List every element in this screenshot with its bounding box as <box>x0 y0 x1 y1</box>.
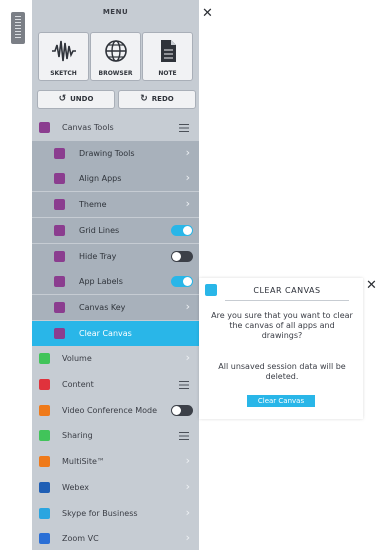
undo-icon: ↺ <box>58 94 67 104</box>
sketch-button[interactable]: SKETCH <box>38 32 89 81</box>
clear-canvas-dialog: CLEAR CANVAS Are you sure that you want … <box>199 278 363 419</box>
dialog-close-icon[interactable]: ✕ <box>366 279 376 292</box>
menu-item-label: Volume <box>62 354 92 364</box>
menu-item[interactable]: Grid Lines <box>32 217 199 243</box>
menu-item[interactable]: Clear Canvas <box>32 320 199 346</box>
menu-item-label: Hide Tray <box>79 251 117 261</box>
menu-item-label: Drawing Tools <box>79 148 135 158</box>
menu-item-label: Sharing <box>62 431 93 441</box>
chevron-right-icon: › <box>185 531 190 545</box>
clear-canvas-dialog-icon <box>205 284 217 296</box>
menu-item[interactable]: Skype for Business › <box>32 501 199 526</box>
undo-button[interactable]: ↺ UNDO <box>37 90 115 109</box>
note-button[interactable]: NOTE <box>142 32 193 81</box>
clear-canvas-confirm-button[interactable]: Clear Canvas <box>247 395 315 407</box>
chevron-right-icon: › <box>185 454 190 468</box>
menu-item-icon <box>39 481 50 493</box>
menu-item-label: Zoom VC <box>62 534 99 544</box>
menu-item[interactable]: MultiSite™ › <box>32 449 199 474</box>
menu-panel: MENU SKETCH BROWSER NOTE ↺UNDO ↻REDO C <box>32 0 199 550</box>
menu-item-icon <box>39 379 50 390</box>
toggle-knob <box>172 251 181 261</box>
menu-item[interactable]: Content <box>32 372 199 397</box>
menu-item-icon <box>54 199 65 211</box>
toggle-switch[interactable] <box>171 250 193 262</box>
menu-item-label: MultiSite™ <box>62 457 105 467</box>
menu-item-label: Clear Canvas <box>79 328 132 338</box>
dialog-divider <box>225 300 349 301</box>
menu-item-label: Skype for Business <box>62 508 138 518</box>
redo-label: REDO <box>151 95 174 103</box>
menu-item-label: Canvas Key <box>79 302 126 312</box>
menu-item-icon <box>54 147 65 159</box>
menu-item-icon <box>54 173 65 185</box>
sketch-label: SKETCH <box>50 70 77 77</box>
menu-item-icon <box>54 276 65 288</box>
menu-item[interactable]: Video Conference Mode <box>32 398 199 423</box>
menu-item[interactable]: Theme › <box>32 192 199 218</box>
browser-button[interactable]: BROWSER <box>90 32 141 81</box>
drag-handle[interactable] <box>11 12 25 44</box>
menu-item[interactable]: Sharing <box>32 423 199 448</box>
chevron-right-icon: › <box>185 479 190 493</box>
menu-item-icon <box>39 507 50 519</box>
list-icon[interactable] <box>179 124 189 132</box>
menu-item[interactable]: Canvas Key › <box>32 294 199 320</box>
menu-item[interactable]: App Labels <box>32 269 199 295</box>
toggle-knob <box>183 277 192 287</box>
dialog-warning: All unsaved session data will be deleted… <box>218 362 346 381</box>
menu-item-label: Webex <box>62 482 89 492</box>
menu-item[interactable]: Hide Tray <box>32 243 199 269</box>
menu-item[interactable]: Webex › <box>32 475 199 500</box>
menu-item-label: Grid Lines <box>79 225 120 235</box>
sketch-waveform-icon <box>52 40 76 62</box>
menu-item-label: Content <box>62 380 94 389</box>
note-label: NOTE <box>158 70 177 77</box>
globe-icon <box>105 40 127 62</box>
menu-item[interactable]: Zoom VC › <box>32 526 199 551</box>
menu-item[interactable]: Canvas Tools <box>32 115 199 140</box>
menu-item-label: App Labels <box>79 277 123 287</box>
menu-item-label: Canvas Tools <box>62 123 114 132</box>
menu-item-label: Align Apps <box>79 174 122 184</box>
menu-item-icon <box>54 250 65 262</box>
toggle-knob <box>172 405 181 415</box>
dialog-title: CLEAR CANVAS <box>253 286 321 295</box>
menu-item-icon <box>54 224 65 236</box>
toggle-switch[interactable] <box>171 404 193 416</box>
note-icon <box>161 40 176 62</box>
chevron-right-icon: › <box>185 145 190 159</box>
chevron-right-icon: › <box>185 351 190 365</box>
list-icon[interactable] <box>179 432 189 441</box>
chevron-right-icon: › <box>185 171 190 185</box>
menu-item-icon <box>39 456 50 468</box>
list-icon[interactable] <box>179 381 189 389</box>
dialog-message: Are you sure that you want to clear the … <box>211 311 353 340</box>
menu-item[interactable]: Drawing Tools › <box>32 140 199 166</box>
chevron-right-icon: › <box>185 299 190 313</box>
toggle-switch[interactable] <box>171 276 193 288</box>
menu-item-label: Theme <box>79 200 107 210</box>
redo-icon: ↻ <box>140 94 148 104</box>
toggle-switch[interactable] <box>171 224 193 236</box>
menu-item-icon <box>54 327 65 339</box>
menu-item-icon <box>39 353 50 365</box>
menu-item[interactable]: Align Apps › <box>32 166 199 192</box>
menu-item-icon <box>39 533 50 545</box>
menu-item[interactable]: Volume › <box>32 346 199 371</box>
menu-item-icon <box>39 404 50 416</box>
redo-button[interactable]: ↻ REDO <box>118 90 196 109</box>
menu-item-icon <box>39 122 50 133</box>
undo-label: UNDO <box>70 95 94 103</box>
toggle-knob <box>183 225 192 235</box>
browser-label: BROWSER <box>98 70 133 77</box>
menu-item-icon <box>54 301 65 313</box>
chevron-right-icon: › <box>185 197 190 211</box>
menu-item-icon <box>39 430 50 442</box>
menu-title: MENU <box>102 8 129 16</box>
menu-close-icon[interactable]: ✕ <box>202 7 213 20</box>
menu-item-label: Video Conference Mode <box>62 405 158 415</box>
chevron-right-icon: › <box>185 505 190 519</box>
